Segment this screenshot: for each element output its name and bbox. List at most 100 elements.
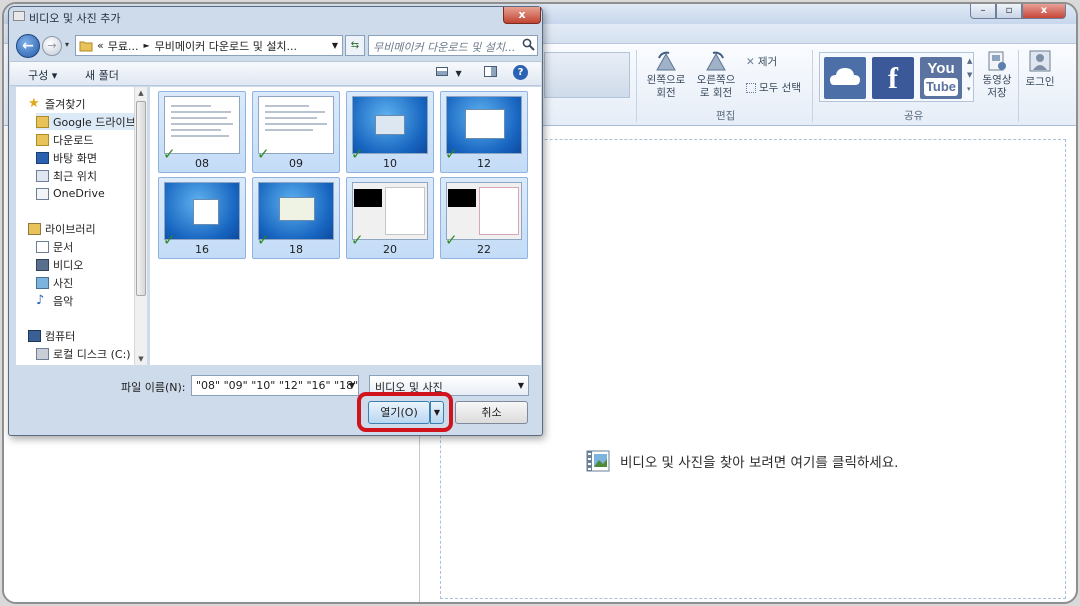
dialog-title-icon	[13, 11, 25, 21]
scroll-up-arrow-icon[interactable]: ▲	[135, 87, 147, 99]
computer-icon	[28, 329, 41, 342]
screenshot-frame: – ▫ x 왼쪽으로 회전 오른쪽으로 회전 ✕ 제거 모두 선택 편집 f Y…	[2, 2, 1078, 604]
storyboard-placeholder-text: 비디오 및 사진을 찾아 보려면 여기를 클릭하세요.	[620, 455, 899, 471]
nav-libraries-label: 라이브러리	[45, 222, 96, 236]
nav-recent-places[interactable]: 최근 위치	[36, 167, 146, 184]
refresh-button[interactable]: ⇆	[345, 35, 365, 56]
file-name: 16	[195, 243, 209, 256]
nav-item-label: 음악	[53, 294, 74, 308]
storyboard-placeholder[interactable]: 비디오 및 사진을 찾아 보려면 여기를 클릭하세요.	[586, 450, 898, 472]
address-segment[interactable]: 무비메이커 다운로드 및 설치...	[155, 38, 297, 54]
sign-in-button[interactable]: 로그인	[1022, 50, 1058, 89]
star-icon: ★	[28, 95, 40, 111]
photo-film-icon	[586, 450, 610, 472]
address-overflow-chevron[interactable]: «	[97, 39, 104, 52]
library-icon	[28, 222, 41, 235]
navigation-scroll-thumb[interactable]	[136, 101, 146, 296]
file-item[interactable]: ✓ 10	[346, 91, 434, 173]
sign-in-label: 로그인	[1025, 76, 1055, 88]
file-item[interactable]: ✓ 20	[346, 177, 434, 259]
save-movie-button[interactable]: 동영상 저장	[980, 50, 1014, 100]
facebook-share-button[interactable]: f	[872, 57, 914, 99]
rotate-left-button[interactable]: 왼쪽으로 회전	[644, 50, 688, 100]
ribbon-separator	[812, 50, 813, 122]
search-icon[interactable]	[522, 38, 535, 51]
select-all-button[interactable]: 모두 선택	[746, 82, 801, 95]
file-name: 08	[195, 157, 209, 170]
ribbon-visual-effect-preview[interactable]	[544, 52, 630, 98]
cloud-icon	[830, 68, 860, 85]
share-gallery-scroll[interactable]: ▲ ▼ ▾	[967, 54, 975, 100]
navigation-scrollbar[interactable]: ▲ ▼	[134, 87, 147, 365]
edit-group-label: 편집	[716, 110, 736, 122]
navigation-pane: ★ 즐겨찾기 Google 드라이브 다운로드 바탕 화면 최근 위치 OneD…	[16, 87, 147, 365]
nav-libraries[interactable]: 라이브러리	[28, 220, 146, 237]
file-item[interactable]: ✓ 08	[158, 91, 246, 173]
onedrive-icon	[36, 187, 49, 200]
back-button[interactable]: ←	[16, 34, 40, 58]
file-type-dropdown-icon[interactable]: ▼	[515, 376, 527, 395]
pictures-icon	[36, 276, 49, 289]
forward-button[interactable]: →	[42, 36, 62, 56]
nav-favorites[interactable]: ★ 즐겨찾기	[28, 95, 146, 112]
address-separator-icon[interactable]: ►	[143, 41, 149, 50]
nav-computer[interactable]: 컴퓨터	[28, 327, 146, 344]
cancel-button[interactable]: 취소	[455, 401, 528, 424]
view-icon	[436, 67, 448, 76]
share-group-label: 공유	[904, 110, 924, 122]
nav-videos[interactable]: 비디오	[36, 256, 146, 273]
onedrive-share-button[interactable]	[824, 57, 866, 99]
maximize-button[interactable]: ▫	[996, 4, 1022, 19]
file-name-label: 파일 이름(N):	[121, 381, 186, 394]
file-item[interactable]: ✓ 09	[252, 91, 340, 173]
chevron-down-icon: ▼	[455, 69, 462, 78]
facebook-icon: f	[888, 62, 898, 95]
dialog-close-button[interactable]: x	[503, 7, 541, 24]
file-item[interactable]: ✓ 18	[252, 177, 340, 259]
help-icon: ?	[513, 65, 528, 80]
nav-music[interactable]: ♪ 음악	[36, 292, 146, 309]
file-name-input[interactable]: "08" "09" "10" "12" "16" "18" "2	[191, 375, 359, 396]
recent-pages-dropdown[interactable]: ▾	[65, 40, 69, 49]
new-folder-button[interactable]: 새 폴더	[85, 67, 119, 83]
file-name: 22	[477, 243, 491, 256]
nav-local-disk[interactable]: 로컬 디스크 (C:)	[36, 345, 146, 362]
nav-desktop[interactable]: 바탕 화면	[36, 149, 146, 166]
desktop-icon	[36, 151, 49, 164]
address-dropdown-icon[interactable]: ▼	[332, 41, 338, 50]
file-item[interactable]: ✓ 22	[440, 177, 528, 259]
youtube-icon-top: You	[927, 60, 955, 77]
preview-pane-button[interactable]	[484, 66, 497, 80]
remove-button[interactable]: ✕ 제거	[746, 56, 777, 69]
nav-google-drive[interactable]: Google 드라이브	[36, 113, 146, 130]
remove-label: 제거	[757, 56, 778, 68]
youtube-icon-bottom: Tube	[924, 78, 958, 96]
youtube-share-button[interactable]: You Tube	[920, 57, 962, 99]
minimize-button[interactable]: –	[970, 4, 996, 19]
nav-documents[interactable]: 문서	[36, 238, 146, 255]
nav-pictures[interactable]: 사진	[36, 274, 146, 291]
nav-downloads[interactable]: 다운로드	[36, 131, 146, 148]
file-name-dropdown-icon[interactable]: ▼	[346, 376, 358, 395]
search-input[interactable]: 무비메이커 다운로드 및 설치...	[368, 35, 538, 56]
change-view-button[interactable]: ▼	[436, 66, 462, 79]
documents-icon	[36, 240, 49, 253]
file-name: 18	[289, 243, 303, 256]
file-item[interactable]: ✓ 16	[158, 177, 246, 259]
help-button[interactable]: ?	[513, 65, 528, 80]
address-bar[interactable]: « 무료... ► 무비메이커 다운로드 및 설치... ▼	[75, 35, 343, 56]
hard-drive-icon	[36, 347, 49, 360]
folder-icon	[79, 41, 93, 51]
refresh-icon: ⇆	[350, 40, 360, 51]
organize-button[interactable]: 구성 ▾	[28, 67, 57, 83]
add-video-photo-dialog: 비디오 및 사진 추가 x ← → ▾ « 무료... ► 무비메이커 다운로드…	[8, 6, 543, 436]
address-segment[interactable]: 무료...	[108, 38, 139, 54]
ribbon-separator	[1018, 50, 1019, 122]
recent-places-icon	[36, 169, 49, 182]
file-item[interactable]: ✓ 12	[440, 91, 528, 173]
scroll-down-arrow-icon[interactable]: ▼	[135, 353, 147, 365]
nav-onedrive[interactable]: OneDrive	[36, 185, 146, 202]
rotate-right-button[interactable]: 오른쪽으로 회전	[692, 50, 740, 100]
window-close-button[interactable]: x	[1022, 4, 1066, 19]
file-name: 09	[289, 157, 303, 170]
